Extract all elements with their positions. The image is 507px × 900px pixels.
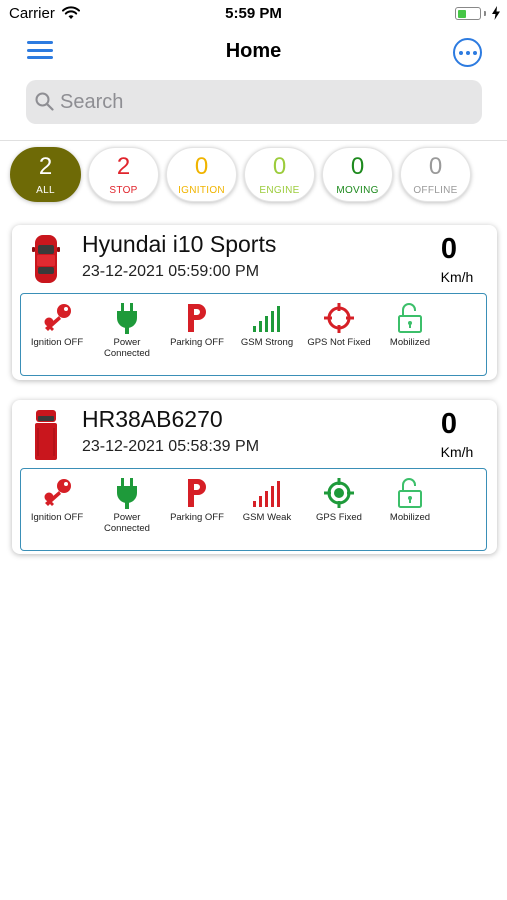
speed-unit: Km/h xyxy=(440,269,474,285)
gps-crosshair-red-icon xyxy=(324,303,354,333)
filter-offline-chip[interactable]: 0 OFFLINE xyxy=(400,147,471,202)
parking-p-icon xyxy=(188,304,206,332)
filter-count: 0 xyxy=(428,153,443,180)
filter-ignition-chip[interactable]: 0 IGNITION xyxy=(166,147,237,202)
parking-status-label: Parking OFF xyxy=(170,337,224,348)
filter-count: 0 xyxy=(272,153,287,180)
filter-label: STOP xyxy=(109,185,138,196)
filter-count: 0 xyxy=(350,153,365,180)
mobilized-status: Mobilized xyxy=(374,477,446,523)
red-truck-icon xyxy=(35,410,57,460)
power-plug-icon xyxy=(117,303,137,334)
vehicle-status-panel: Ignition OFF Power Connected Parking OFF xyxy=(20,293,487,376)
status-time: 5:59 PM xyxy=(225,5,282,22)
ignition-status: Ignition OFF xyxy=(21,477,93,523)
filter-engine-chip[interactable]: 0 ENGINE xyxy=(244,147,315,202)
mobilized-status: Mobilized xyxy=(374,302,446,348)
parking-status: Parking OFF xyxy=(161,302,233,348)
divider xyxy=(0,140,507,141)
unlocked-padlock-icon xyxy=(398,478,422,508)
filter-stop-chip[interactable]: 2 STOP xyxy=(88,147,159,202)
nav-bar: Home xyxy=(0,28,507,78)
key-icon xyxy=(44,479,71,506)
parking-status-label: Parking OFF xyxy=(170,512,224,523)
status-bar: Carrier 5:59 PM xyxy=(0,0,507,28)
gps-status: GPS Fixed xyxy=(303,477,375,523)
vehicle-name: HR38AB6270 xyxy=(82,406,223,432)
vehicle-timestamp: 23-12-2021 05:58:39 PM xyxy=(82,438,260,455)
gsm-status: GSM Weak xyxy=(231,477,303,523)
mobilized-status-label: Mobilized xyxy=(389,337,431,348)
battery-icon xyxy=(455,7,481,20)
gps-fixed-green-icon xyxy=(324,478,354,508)
filter-label: OFFLINE xyxy=(413,185,458,196)
power-status-label: Power Connected xyxy=(104,337,150,359)
gsm-status-label: GSM Strong xyxy=(240,337,294,348)
status-filter-bar: 2 ALL 2 STOP 0 IGNITION 0 ENGINE 0 MOVIN… xyxy=(10,147,500,203)
vehicle-name: Hyundai i10 Sports xyxy=(82,231,277,257)
power-status: Power Connected xyxy=(91,477,163,534)
ignition-status: Ignition OFF xyxy=(21,302,93,348)
gps-status-label: GPS Not Fixed xyxy=(307,337,371,348)
filter-label: MOVING xyxy=(336,185,379,196)
filter-label: ENGINE xyxy=(259,185,300,196)
gsm-status-label: GSM Weak xyxy=(242,512,292,523)
parking-p-icon xyxy=(188,479,206,507)
filter-count: 2 xyxy=(116,153,131,180)
mobilized-status-label: Mobilized xyxy=(389,512,431,523)
vehicle-timestamp: 23-12-2021 05:59:00 PM xyxy=(82,263,260,280)
red-car-icon xyxy=(32,235,60,283)
power-status: Power Connected xyxy=(91,302,163,359)
vehicle-speed: 0 xyxy=(440,408,458,440)
gps-status-label: GPS Fixed xyxy=(316,512,362,523)
filter-count: 0 xyxy=(194,153,209,180)
signal-strong-icon xyxy=(253,306,280,332)
gsm-status: GSM Strong xyxy=(231,302,303,348)
unlocked-padlock-icon xyxy=(398,303,422,333)
filter-label: IGNITION xyxy=(178,185,225,196)
gps-status: GPS Not Fixed xyxy=(303,302,375,348)
filter-label: ALL xyxy=(36,185,55,196)
ignition-status-label: Ignition OFF xyxy=(30,512,84,523)
signal-weak-icon xyxy=(253,481,280,507)
battery-nub xyxy=(484,11,486,16)
vehicle-card[interactable]: HR38AB6270 23-12-2021 05:58:39 PM 0 Km/h… xyxy=(12,400,497,554)
vehicle-card[interactable]: Hyundai i10 Sports 23-12-2021 05:59:00 P… xyxy=(12,225,497,380)
filter-moving-chip[interactable]: 0 MOVING xyxy=(322,147,393,202)
key-icon xyxy=(44,304,71,331)
vehicle-speed: 0 xyxy=(440,233,458,265)
charging-bolt-icon xyxy=(492,6,500,20)
parking-status: Parking OFF xyxy=(161,477,233,523)
page-title: Home xyxy=(225,40,282,62)
filter-all-chip[interactable]: 2 ALL xyxy=(10,147,81,202)
filter-count: 2 xyxy=(38,153,53,180)
speed-unit: Km/h xyxy=(440,444,474,460)
vehicle-status-panel: Ignition OFF Power Connected Parking OFF xyxy=(20,468,487,551)
search-bar xyxy=(26,80,482,124)
power-status-label: Power Connected xyxy=(104,512,150,534)
search-input[interactable] xyxy=(60,80,470,124)
power-plug-icon xyxy=(117,478,137,509)
ignition-status-label: Ignition OFF xyxy=(30,337,84,348)
search-icon xyxy=(35,92,54,111)
more-options-icon[interactable] xyxy=(453,38,482,67)
